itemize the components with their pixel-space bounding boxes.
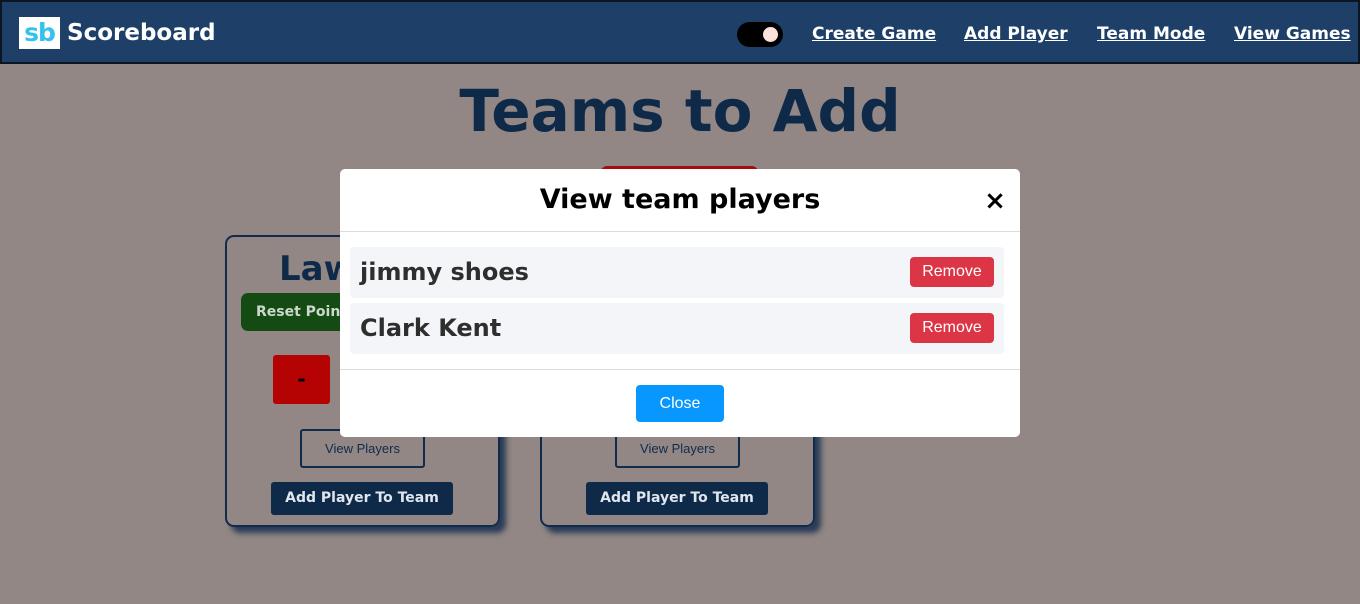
toggle-knob [763,27,778,42]
nav-link-create-game[interactable]: Create Game [812,23,936,45]
brand-logo[interactable]: sb [19,17,60,49]
decrement-button[interactable]: - [273,355,330,404]
nav-link-team-mode[interactable]: Team Mode [1097,23,1205,45]
add-player-to-team-button[interactable]: Add Player To Team [586,482,768,515]
brand-name[interactable]: Scoreboard [67,18,216,48]
remove-player-button[interactable]: Remove [910,257,994,287]
modal-header-divider [340,231,1020,232]
close-icon[interactable]: × [980,186,1010,216]
close-button[interactable]: Close [636,385,724,422]
nav-link-view-games[interactable]: View Games [1234,23,1351,45]
view-team-players-modal: View team players × jimmy shoes Remove C… [340,169,1020,437]
player-name: jimmy shoes [360,258,529,286]
page-title: Teams to Add [459,77,901,145]
player-row: jimmy shoes Remove [350,247,1004,298]
dark-mode-toggle[interactable] [737,22,783,47]
player-name: Clark Kent [360,314,502,342]
navbar: sb Scoreboard Create Game Add Player Tea… [0,0,1360,64]
nav-link-add-player[interactable]: Add Player [964,23,1068,45]
modal-title: View team players [539,184,821,215]
modal-footer-divider [340,369,1020,370]
player-row: Clark Kent Remove [350,303,1004,354]
remove-player-button[interactable]: Remove [910,313,994,343]
add-player-to-team-button[interactable]: Add Player To Team [271,482,453,515]
